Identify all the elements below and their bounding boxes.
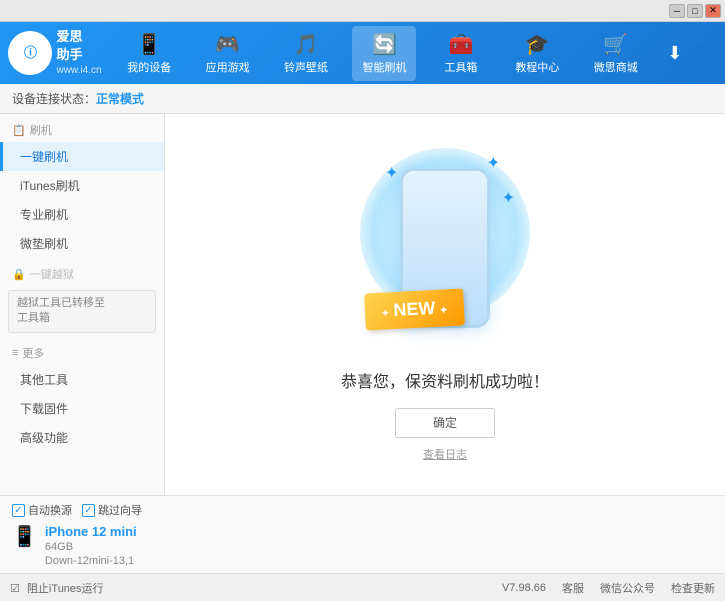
sidebar-section-flash: 📋 刷机 (0, 114, 164, 142)
device-name: iPhone 12 mini (45, 524, 142, 539)
sparkle-1: ✦ (385, 163, 398, 183)
footer-bar: ☑ 阻止iTunes运行 V7.98.66 客服 微信公众号 检查更新 (0, 573, 725, 601)
weibo-store-icon: 🛒 (603, 32, 628, 57)
minimize-button[interactable]: ─ (669, 4, 685, 18)
nav-tutorial[interactable]: 🎓 教程中心 (505, 26, 569, 81)
device-storage: 64GB (45, 541, 142, 553)
nav-weibo-store[interactable]: 🛒 微思商城 (584, 26, 648, 81)
app-game-icon: 🎮 (215, 32, 240, 57)
tutorial-icon: 🎓 (525, 32, 550, 57)
footer-right: V7.98.66 客服 微信公众号 检查更新 (502, 580, 715, 596)
nav-smart-store[interactable]: 🔄 智能刷机 (352, 26, 416, 81)
jailbreak-warning: 越狱工具已转移至 工具箱 (8, 290, 156, 333)
version-label: V7.98.66 (502, 582, 546, 594)
close-button[interactable]: ✕ (705, 4, 721, 18)
smart-store-label: 智能刷机 (362, 59, 406, 75)
device-info: iPhone 12 mini 64GB Down-12mini-13,1 (45, 524, 142, 567)
confirm-button[interactable]: 确定 (395, 408, 495, 438)
sidebar-item-itunes-flash[interactable]: iTunes刷机 (0, 171, 164, 200)
restore-button[interactable]: □ (687, 4, 703, 18)
ringtone-label: 铃声壁纸 (284, 59, 328, 75)
logo-area: ⓘ 爱思 助手 www.i4.cn (0, 28, 110, 78)
bottom-device-bar: 自动换源 跳过向导 📱 iPhone 12 mini 64GB Down-12m… (0, 495, 725, 573)
sidebar-item-download-firmware[interactable]: 下载固件 (0, 394, 164, 423)
wechat-link[interactable]: 微信公众号 (600, 580, 655, 596)
check-update-link[interactable]: 检查更新 (671, 580, 715, 596)
my-device-icon: 📱 (137, 32, 162, 57)
sidebar-section-jailbreak: 🔒 一键越狱 (0, 258, 164, 286)
sparkle-2: ✦ (487, 153, 500, 173)
itunes-status-icon: ☑ (10, 583, 20, 595)
download-button[interactable]: ⬇ (667, 43, 682, 64)
toolbox-label: 工具箱 (444, 59, 477, 75)
ringtone-icon: 🎵 (294, 32, 319, 57)
phone-illustration: ✦ ✦ ✦ NEW (355, 148, 535, 348)
more-section-icon: ≡ (12, 347, 18, 359)
title-bar: ─ □ ✕ (0, 0, 725, 22)
sidebar-item-micro-flash[interactable]: 微垫刷机 (0, 229, 164, 258)
success-message: 恭喜您，保资料刷机成功啦！ (341, 368, 549, 392)
main-content: ✦ ✦ ✦ NEW 恭喜您，保资料刷机成功啦！ 确定 查看日志 (165, 114, 725, 495)
device-phone-icon: 📱 (12, 524, 37, 549)
logo-text: 爱思 助手 www.i4.cn (56, 28, 101, 78)
sidebar-section-more: ≡ 更多 (0, 337, 164, 365)
nav-app-game[interactable]: 🎮 应用游戏 (196, 26, 260, 81)
secondary-link[interactable]: 查看日志 (423, 446, 467, 462)
main-layout: 📋 刷机 一键刷机 iTunes刷机 专业刷机 微垫刷机 🔒 一键越狱 越狱工具… (0, 114, 725, 495)
sidebar-item-other-tools[interactable]: 其他工具 (0, 365, 164, 394)
logo-icon: ⓘ (8, 31, 52, 75)
skip-wizard-cb[interactable] (82, 504, 95, 517)
new-badge: NEW (364, 288, 465, 330)
device-firmware: Down-12mini-13,1 (45, 555, 142, 567)
header: ⓘ 爱思 助手 www.i4.cn 📱 我的设备 🎮 应用游戏 🎵 铃声壁纸 🔄… (0, 22, 725, 84)
header-right: ⬇ 👤 (655, 43, 725, 64)
weibo-store-label: 微思商城 (594, 59, 638, 75)
lock-icon: 🔒 (12, 268, 26, 281)
status-value: 正常模式 (96, 90, 144, 107)
smart-store-icon: 🔄 (372, 32, 397, 57)
checkbox-area: 自动换源 跳过向导 (12, 502, 142, 518)
sidebar: 📋 刷机 一键刷机 iTunes刷机 专业刷机 微垫刷机 🔒 一键越狱 越狱工具… (0, 114, 165, 495)
tutorial-label: 教程中心 (515, 59, 559, 75)
user-button[interactable]: 👤 (690, 43, 712, 64)
sidebar-item-pro-flash[interactable]: 专业刷机 (0, 200, 164, 229)
device-left: 自动换源 跳过向导 📱 iPhone 12 mini 64GB Down-12m… (12, 502, 142, 567)
skip-wizard-checkbox[interactable]: 跳过向导 (82, 502, 142, 518)
nav-my-device[interactable]: 📱 我的设备 (117, 26, 181, 81)
auto-switch-cb[interactable] (12, 504, 25, 517)
app-game-label: 应用游戏 (206, 59, 250, 75)
sidebar-item-one-key-flash[interactable]: 一键刷机 (0, 142, 164, 171)
status-prefix: 设备连接状态： (12, 90, 96, 107)
customer-service-link[interactable]: 客服 (562, 580, 584, 596)
toolbox-icon: 🧰 (448, 32, 473, 57)
nav-items: 📱 我的设备 🎮 应用游戏 🎵 铃声壁纸 🔄 智能刷机 🧰 工具箱 🎓 教程中心… (110, 26, 655, 81)
status-bar: 设备连接状态： 正常模式 (0, 84, 725, 114)
nav-ringtone[interactable]: 🎵 铃声壁纸 (274, 26, 338, 81)
my-device-label: 我的设备 (127, 59, 171, 75)
flash-section-icon: 📋 (12, 124, 26, 137)
nav-toolbox[interactable]: 🧰 工具箱 (431, 26, 491, 81)
auto-switch-checkbox[interactable]: 自动换源 (12, 502, 72, 518)
sparkle-3: ✦ (502, 188, 515, 208)
footer-left: ☑ 阻止iTunes运行 (10, 580, 502, 596)
sidebar-item-advanced[interactable]: 高级功能 (0, 423, 164, 452)
itunes-status: 阻止iTunes运行 (27, 583, 104, 595)
